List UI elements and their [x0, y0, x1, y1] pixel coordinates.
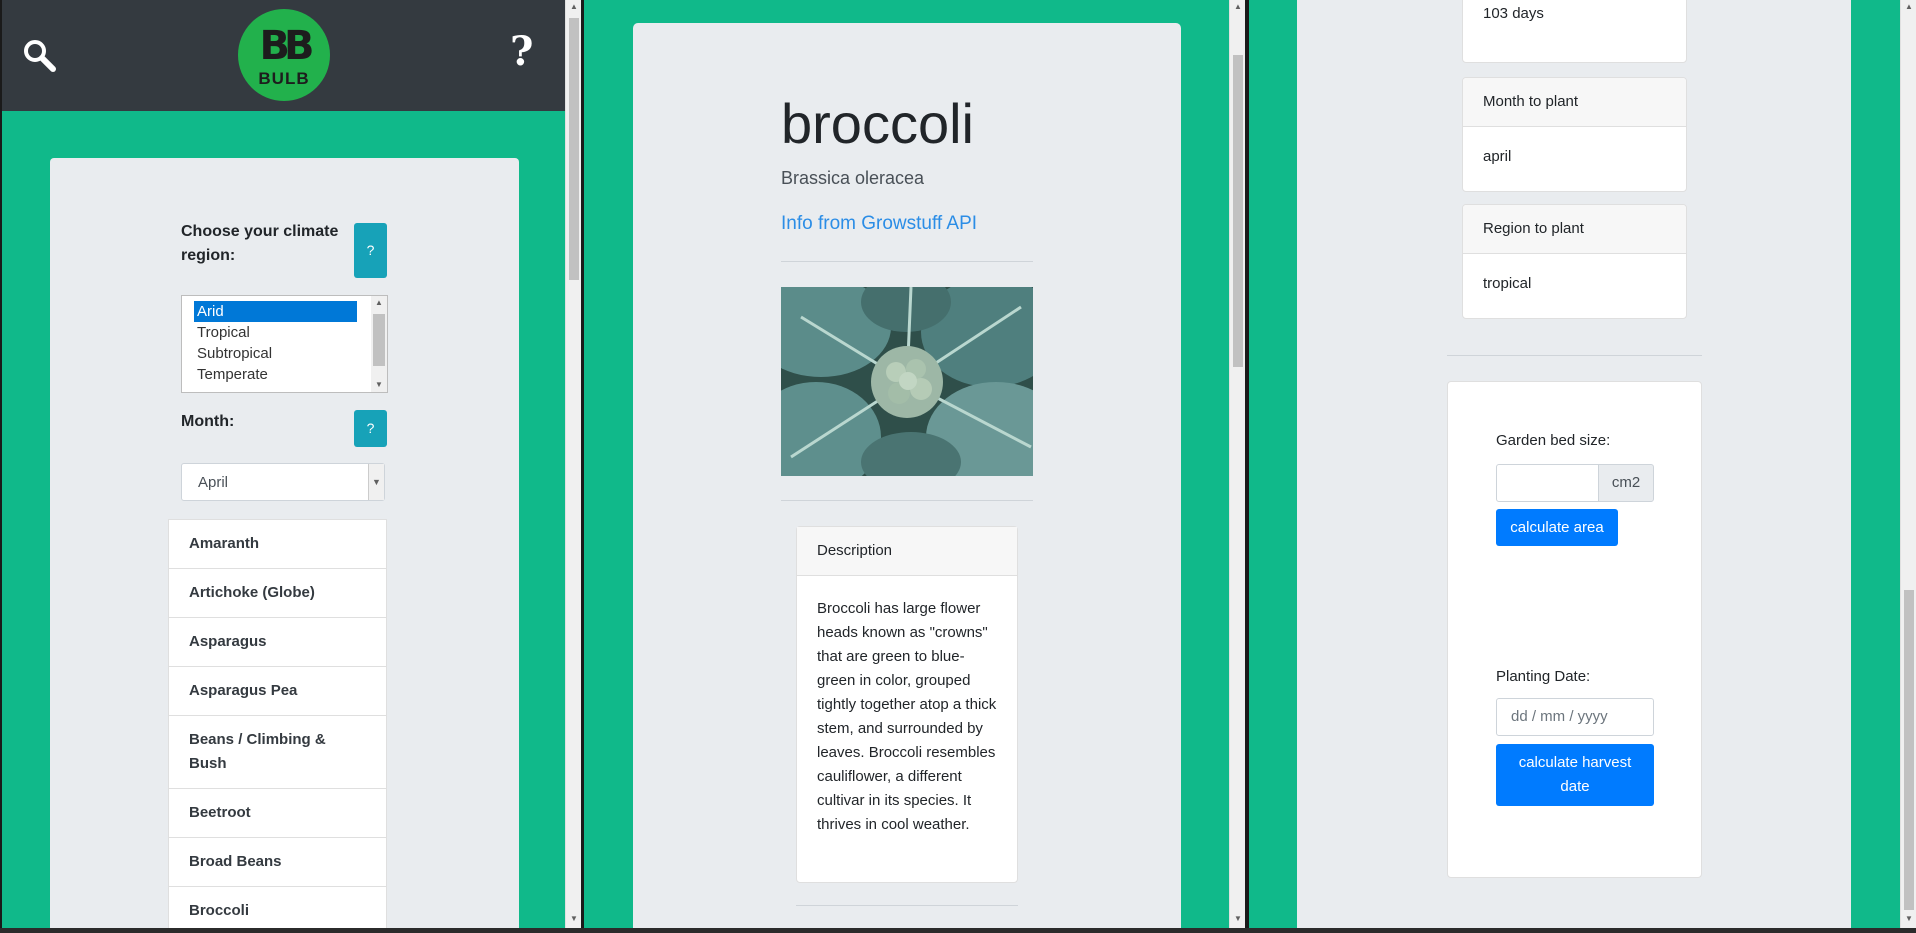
days-value: 103 days: [1483, 5, 1544, 22]
month-select-value: April: [198, 474, 229, 491]
days-card: 103 days: [1462, 0, 1687, 63]
description-card: Description Broccoli has large flower he…: [796, 526, 1018, 883]
scientific-name: Brassica oleracea: [781, 168, 925, 188]
unit-addon: cm2: [1598, 464, 1654, 502]
navbar: BB BULB ?: [2, 0, 565, 111]
pane1-scroll-thumb[interactable]: [569, 18, 579, 280]
pane3-scrollbar[interactable]: ▲ ▼: [1900, 0, 1916, 928]
chevron-up-icon[interactable]: ▲: [566, 0, 582, 14]
plant-item-broad-beans[interactable]: Broad Beans: [168, 837, 387, 887]
plant-item-beans[interactable]: Beans / Climbing & Bush: [168, 715, 387, 789]
listbox-scroll-thumb[interactable]: [373, 314, 385, 366]
planting-date-label: Planting Date:: [1496, 668, 1591, 685]
garden-calculator-card: Garden bed size: cm2 calculate area Plan…: [1447, 381, 1702, 878]
calculate-harvest-button[interactable]: calculate harvest date: [1496, 744, 1654, 806]
month-to-plant-card: Month to plant april: [1462, 77, 1687, 192]
climate-option-arid[interactable]: Arid: [194, 301, 357, 322]
plant-item-asparagus-pea[interactable]: Asparagus Pea: [168, 666, 387, 716]
description-header: Description: [797, 527, 1017, 576]
divider: [781, 261, 1033, 262]
chevron-up-icon[interactable]: ▲: [371, 296, 387, 310]
chevron-down-icon[interactable]: ▼: [1230, 912, 1246, 926]
climate-help-button[interactable]: ?: [354, 223, 387, 278]
plant-finder-card: Choose your climate region: ? Arid Tropi…: [50, 158, 519, 928]
region-to-plant-card: Region to plant tropical: [1462, 204, 1687, 319]
help-icon[interactable]: ?: [510, 28, 533, 75]
climate-option-temperate[interactable]: Temperate: [194, 364, 357, 385]
plant-item-asparagus[interactable]: Asparagus: [168, 617, 387, 667]
browser-pane-plant-detail: broccoli Brassica oleracea Info from Gro…: [584, 0, 1229, 928]
pane2-scrollbar[interactable]: ▲ ▼: [1229, 0, 1245, 928]
listbox-scrollbar[interactable]: ▲ ▼: [371, 296, 387, 392]
browser-pane-plant-search: BB BULB ? Choose your climate region: ? …: [2, 0, 565, 928]
plant-item-beetroot[interactable]: Beetroot: [168, 788, 387, 838]
climate-option-subtropical[interactable]: Subtropical: [194, 343, 357, 364]
climate-region-listbox[interactable]: Arid Tropical Subtropical Temperate ▲ ▼: [181, 295, 388, 393]
plant-detail-card: broccoli Brassica oleracea Info from Gro…: [633, 23, 1181, 928]
pane2-scroll-thumb[interactable]: [1233, 55, 1243, 367]
garden-bed-label: Garden bed size:: [1496, 432, 1611, 449]
chevron-down-icon[interactable]: ▼: [368, 464, 384, 500]
month-select[interactable]: April ▼: [181, 463, 385, 501]
divider: [781, 500, 1033, 501]
garden-bed-input[interactable]: [1496, 464, 1599, 502]
plant-photo: [781, 287, 1033, 476]
logo-mark: BB: [259, 23, 315, 69]
climate-option-tropical[interactable]: Tropical: [194, 322, 357, 343]
month-label: Month:: [181, 413, 235, 430]
search-icon[interactable]: [22, 38, 56, 72]
divider: [796, 905, 1018, 906]
planting-date-input[interactable]: dd / mm / yyyy: [1496, 698, 1654, 736]
description-body: Broccoli has large flower heads known as…: [817, 600, 997, 833]
chevron-up-icon[interactable]: ▲: [1230, 0, 1246, 14]
taskbar-edge: [0, 928, 1916, 933]
calculator-card-container: 103 days Month to plant april Region to …: [1297, 0, 1851, 928]
plant-item-artichoke[interactable]: Artichoke (Globe): [168, 568, 387, 618]
plant-title: broccoli: [781, 92, 974, 155]
region-to-plant-value: tropical: [1483, 275, 1532, 292]
chevron-up-icon[interactable]: ▲: [1901, 0, 1916, 14]
month-help-button[interactable]: ?: [354, 410, 387, 447]
logo-text: BULB: [258, 69, 310, 88]
browser-pane-calculator: 103 days Month to plant april Region to …: [1249, 0, 1900, 928]
plant-item-amaranth[interactable]: Amaranth: [168, 519, 387, 569]
month-to-plant-value: april: [1483, 148, 1512, 165]
chevron-down-icon[interactable]: ▼: [566, 912, 582, 926]
growstuff-link[interactable]: Info from Growstuff API: [781, 213, 977, 235]
region-to-plant-header: Region to plant: [1463, 205, 1686, 254]
plant-list: Amaranth Artichoke (Globe) Asparagus Asp…: [168, 519, 387, 928]
plant-item-broccoli[interactable]: Broccoli: [168, 886, 387, 928]
pane1-scrollbar[interactable]: ▲ ▼: [565, 0, 581, 928]
climate-region-label: Choose your climate region:: [181, 223, 339, 264]
logo-icon[interactable]: BB BULB: [238, 9, 330, 101]
calculate-area-button[interactable]: calculate area: [1496, 509, 1618, 546]
month-to-plant-header: Month to plant: [1463, 78, 1686, 127]
divider: [1447, 355, 1702, 356]
chevron-down-icon[interactable]: ▼: [371, 378, 387, 392]
chevron-down-icon[interactable]: ▼: [1901, 912, 1916, 926]
pane3-scroll-thumb[interactable]: [1904, 590, 1914, 910]
